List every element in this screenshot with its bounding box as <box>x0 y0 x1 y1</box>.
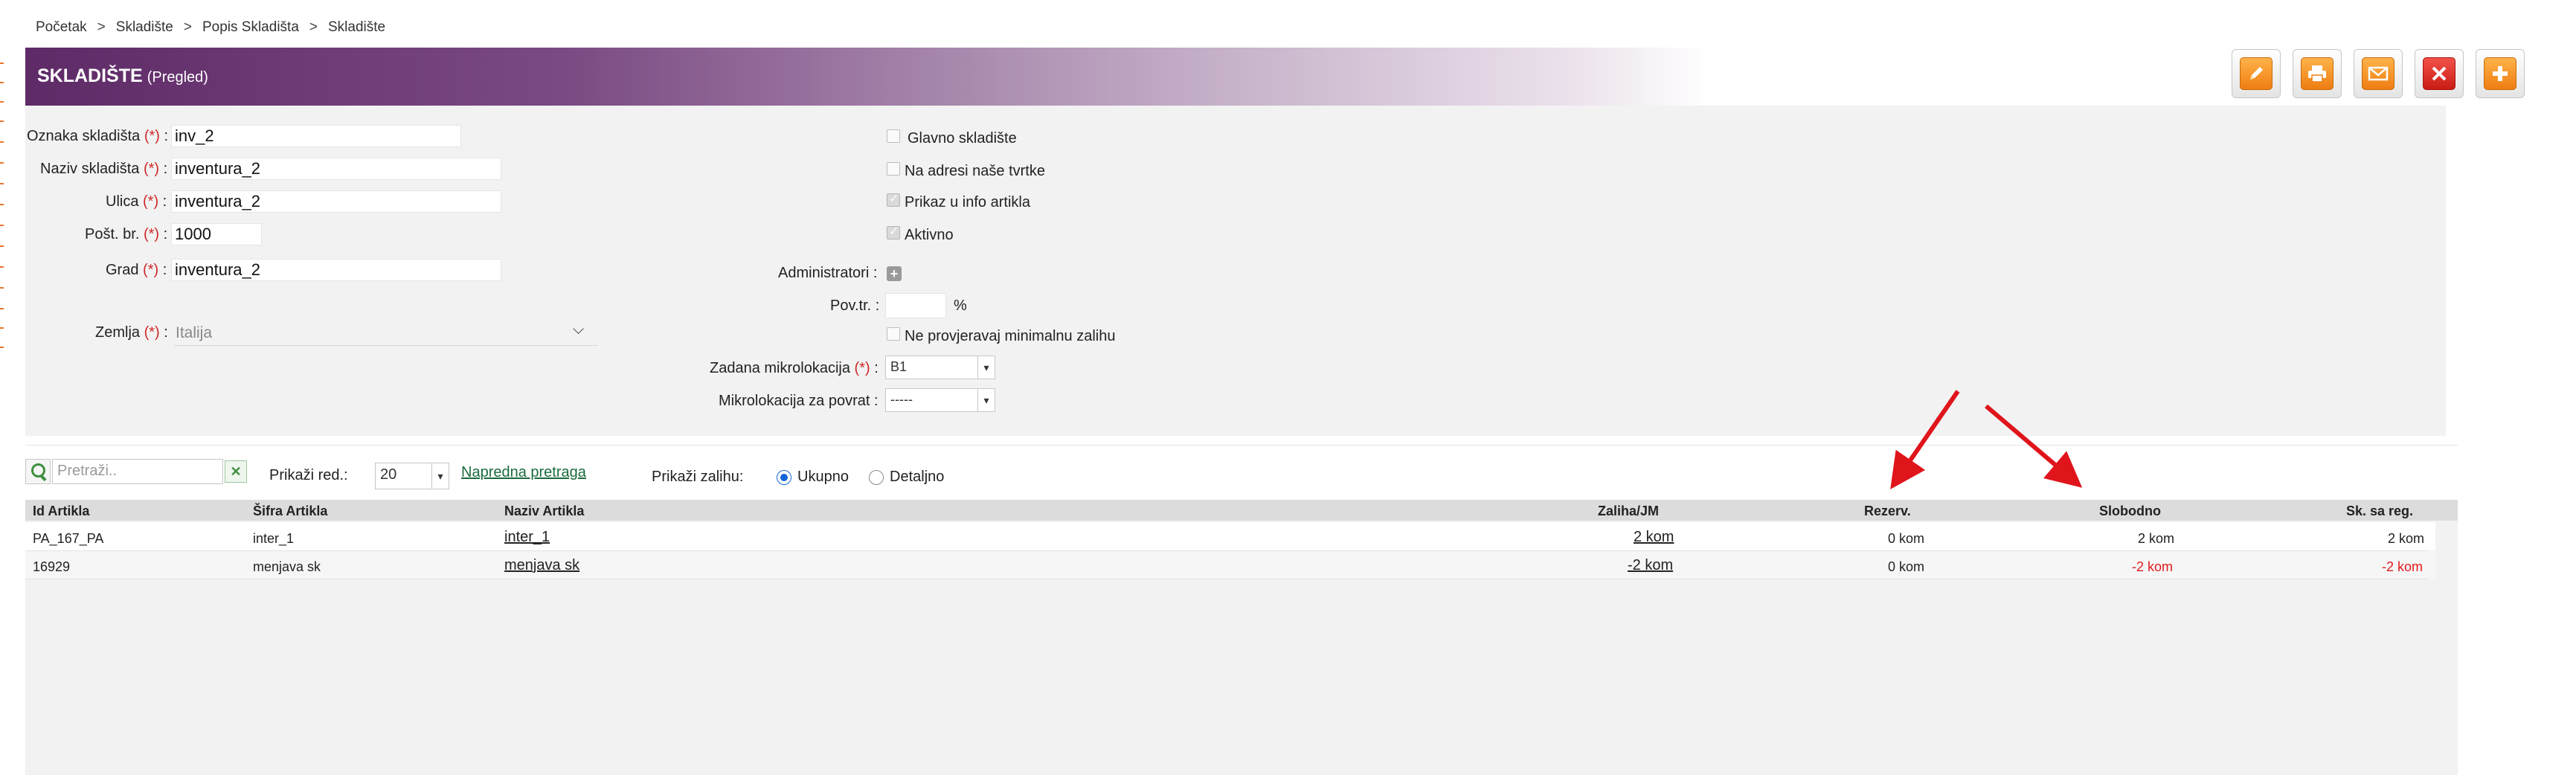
cell-slobodno: 2 kom <box>2138 531 2175 546</box>
col-header-id[interactable]: Id Artikla <box>33 504 89 519</box>
checkbox-na-adresi-label: Na adresi naše tvrtke <box>905 163 1045 179</box>
zemlja-select[interactable]: Italija <box>176 324 212 342</box>
grad-field[interactable]: inventura_2 <box>171 259 501 281</box>
cell-zaliha-link[interactable]: 2 kom <box>1634 529 1674 546</box>
mikrolokacija-povrat-select[interactable]: ----- ▾ <box>885 388 995 412</box>
label-grad: Grad (*) : <box>106 262 167 278</box>
pencil-icon <box>2240 57 2273 90</box>
table-row[interactable] <box>25 522 2435 550</box>
checkbox-aktivno[interactable] <box>887 224 900 239</box>
page-title: SKLADIŠTE (Pregled) <box>37 65 208 87</box>
printer-icon <box>2301 57 2334 90</box>
cell-sk-reg: -2 kom <box>2382 559 2424 574</box>
envelope-icon <box>2362 57 2394 90</box>
search-input[interactable]: Pretraži.. <box>52 459 223 484</box>
email-button[interactable] <box>2354 49 2403 98</box>
checkbox-na-adresi[interactable] <box>887 162 900 176</box>
breadcrumb-warehouse-list[interactable]: Popis Skladišta <box>202 19 299 35</box>
chevron-down-icon: ▾ <box>431 463 449 489</box>
rows-per-page-label: Prikaži red.: <box>269 467 348 483</box>
label-zadana-mikrolokacija: Zadana mikrolokacija (*) : <box>710 360 879 376</box>
label-mikrolokacija-povrat: Mikrolokacija za povrat : <box>719 393 879 409</box>
chevron-down-icon[interactable]: ⌵ <box>573 321 584 338</box>
checkbox-glavno-label: Glavno skladište <box>908 130 1017 147</box>
chevron-down-icon: ▾ <box>977 356 995 379</box>
radio-ukupno-label: Ukupno <box>797 469 849 485</box>
label-zemlja: Zemlja (*) : <box>95 324 168 341</box>
postal-code-field[interactable]: 1000 <box>171 223 262 245</box>
section-divider <box>25 445 2458 446</box>
radio-ukupno[interactable] <box>777 470 791 485</box>
toolbar <box>2232 49 2525 98</box>
cell-id: PA_167_PA <box>33 531 104 546</box>
zemlja-underline <box>174 345 598 346</box>
col-header-naziv[interactable]: Naziv Artikla <box>504 504 584 519</box>
print-button[interactable] <box>2293 49 2342 98</box>
checkbox-prikaz-info-label: Prikaz u info artikla <box>905 194 1030 210</box>
label-oznaka: Oznaka skladišta (*) : <box>27 128 169 144</box>
table-row[interactable] <box>25 551 2435 579</box>
col-header-zaliha[interactable]: Zaliha/JM <box>1598 504 1659 519</box>
povtr-unit: % <box>954 298 967 314</box>
search-box: Pretraži.. ✕ <box>25 459 248 486</box>
label-administratori: Administratori : <box>778 265 878 281</box>
checkbox-ne-provjeravaj[interactable] <box>887 327 900 341</box>
label-post: Pošt. br. (*) : <box>85 226 168 242</box>
naziv-field[interactable]: inventura_2 <box>171 158 501 180</box>
cell-id: 16929 <box>33 559 71 574</box>
label-ulica: Ulica (*) : <box>106 193 167 210</box>
label-naziv: Naziv skladišta (*) : <box>40 161 168 177</box>
breadcrumb-current: Skladište <box>328 19 386 35</box>
page-title-text: SKLADIŠTE <box>37 65 143 86</box>
add-admin-icon[interactable]: + <box>887 266 902 281</box>
cell-sk-reg: 2 kom <box>2388 531 2425 546</box>
clear-search-button[interactable]: ✕ <box>225 460 247 483</box>
col-header-slobodno[interactable]: Slobodno <box>2099 504 2161 519</box>
add-button[interactable] <box>2476 49 2525 98</box>
rows-per-page-select[interactable]: 20 ▾ <box>375 463 449 489</box>
col-header-rezerv[interactable]: Rezerv. <box>1864 504 1911 519</box>
label-povtr: Pov.tr. : <box>830 298 880 314</box>
page-subtitle: (Pregled) <box>147 69 208 86</box>
advanced-search-link[interactable]: Napredna pretraga <box>461 464 586 481</box>
col-header-sk-reg[interactable]: Sk. sa reg. <box>2346 504 2413 519</box>
stock-display-label: Prikaži zalihu: <box>652 469 744 485</box>
checkbox-glavno[interactable] <box>887 129 900 143</box>
search-icon[interactable] <box>25 459 51 484</box>
cell-rezerv: 0 kom <box>1888 531 1925 546</box>
col-header-sifra[interactable]: Šifra Artikla <box>253 504 327 519</box>
zadana-mikrolokacija-select[interactable]: B1 ▾ <box>885 356 995 379</box>
checkbox-aktivno-label: Aktivno <box>905 227 954 243</box>
close-icon <box>2423 57 2455 90</box>
table-header <box>25 500 2458 521</box>
cell-naziv-link[interactable]: menjava sk <box>504 557 579 574</box>
breadcrumb-home[interactable]: Početak <box>36 19 87 35</box>
chevron-down-icon: ▾ <box>977 389 995 411</box>
delete-button[interactable] <box>2415 49 2464 98</box>
cell-slobodno: -2 kom <box>2132 559 2174 574</box>
cell-naziv-link[interactable]: inter_1 <box>504 529 550 546</box>
breadcrumb: Početak > Skladište > Popis Skladišta > Skladi… <box>36 19 386 35</box>
povtr-field[interactable] <box>885 293 946 318</box>
cell-sifra: inter_1 <box>253 531 295 546</box>
breadcrumb-warehouse[interactable]: Skladište <box>116 19 173 35</box>
page-header-bar <box>25 48 2182 106</box>
ulica-field[interactable]: inventura_2 <box>171 190 501 213</box>
cell-zaliha-link[interactable]: -2 kom <box>1628 557 1673 574</box>
radio-detaljno-label: Detaljno <box>890 469 945 485</box>
checkbox-ne-provjeravaj-label: Ne provjeravaj minimalnu zalihu <box>905 328 1116 344</box>
radio-detaljno[interactable] <box>869 470 884 485</box>
edit-button[interactable] <box>2232 49 2281 98</box>
cell-rezerv: 0 kom <box>1888 559 1925 574</box>
plus-icon <box>2484 57 2516 90</box>
checkbox-prikaz-info[interactable] <box>887 191 900 207</box>
cell-sifra: menjava sk <box>253 559 321 574</box>
oznaka-field[interactable]: inv_2 <box>171 125 461 147</box>
left-edge-marks <box>0 0 4 775</box>
